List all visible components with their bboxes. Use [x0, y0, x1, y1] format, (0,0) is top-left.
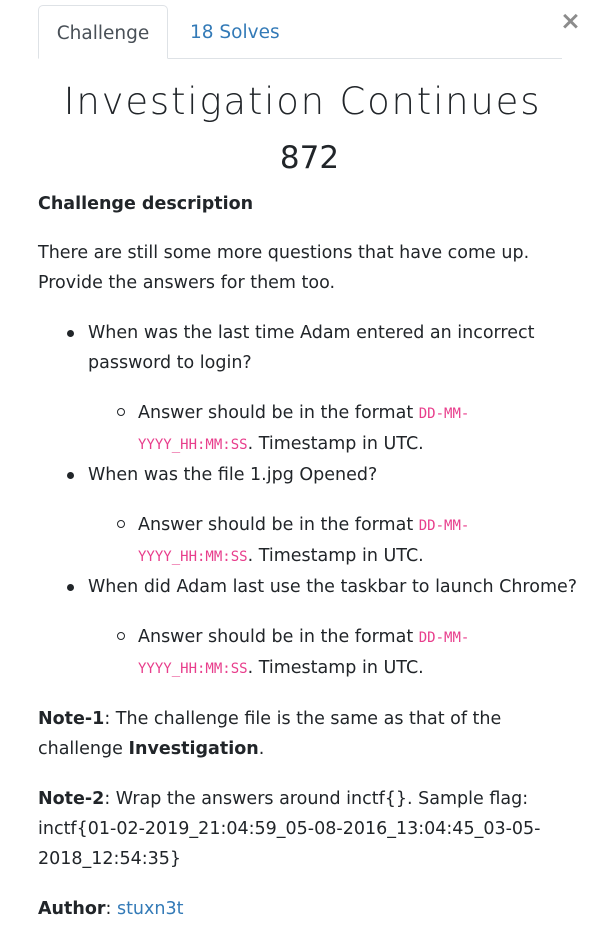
description-intro: There are still some more questions that… — [38, 243, 530, 293]
author-separator: : — [105, 899, 117, 919]
list-item: When did Adam last use the taskbar to la… — [67, 572, 578, 684]
list-item: Answer should be in the format DD-MM-YYY… — [117, 510, 578, 572]
answer-prefix: Answer should be in the format — [138, 627, 419, 647]
list-item: When was the last time Adam entered an i… — [67, 318, 578, 460]
note-1-end: . — [258, 739, 265, 759]
note-2-label: Note-2 — [38, 789, 105, 809]
challenge-description: Challenge description There are still so… — [38, 190, 578, 924]
author-label: Author — [38, 899, 106, 919]
note-1: Note-1: The challenge file is the same a… — [38, 704, 578, 764]
answer-format-list: Answer should be in the format DD-MM-YYY… — [88, 398, 578, 460]
note-1-text: : The challenge file is the same as that… — [38, 709, 502, 759]
tab-bar: Challenge 18 Solves — [38, 5, 562, 59]
answer-suffix: . Timestamp in UTC. — [247, 658, 424, 678]
question-text: When was the file 1.jpg Opened? — [88, 465, 378, 485]
answer-format-list: Answer should be in the format DD-MM-YYY… — [88, 622, 578, 684]
close-icon[interactable]: × — [560, 8, 581, 33]
note-2-text: : Wrap the answers around inctf{}. Sampl… — [38, 789, 541, 869]
question-list: When was the last time Adam entered an i… — [38, 318, 578, 684]
note-1-emphasis: Investigation — [128, 739, 259, 759]
answer-suffix: . Timestamp in UTC. — [247, 546, 424, 566]
tab-challenge[interactable]: Challenge — [38, 5, 168, 59]
author-line: Author: stuxn3t — [38, 894, 578, 924]
note-1-label: Note-1 — [38, 709, 105, 729]
list-item: Answer should be in the format DD-MM-YYY… — [117, 398, 578, 460]
question-text: When was the last time Adam entered an i… — [88, 323, 535, 373]
description-heading: Challenge description — [38, 194, 254, 214]
note-2: Note-2: Wrap the answers around inctf{}.… — [38, 784, 578, 874]
challenge-points: 872 — [279, 140, 340, 176]
answer-prefix: Answer should be in the format — [138, 403, 419, 423]
challenge-title: Investigation Continues — [63, 80, 542, 123]
answer-suffix: . Timestamp in UTC. — [247, 434, 424, 454]
tab-solves[interactable]: 18 Solves — [190, 5, 280, 58]
author-link[interactable]: stuxn3t — [117, 899, 184, 919]
answer-prefix: Answer should be in the format — [138, 515, 419, 535]
answer-format-list: Answer should be in the format DD-MM-YYY… — [88, 510, 578, 572]
list-item: Answer should be in the format DD-MM-YYY… — [117, 622, 578, 684]
question-text: When did Adam last use the taskbar to la… — [88, 577, 578, 597]
list-item: When was the file 1.jpg Opened? Answer s… — [67, 460, 578, 572]
